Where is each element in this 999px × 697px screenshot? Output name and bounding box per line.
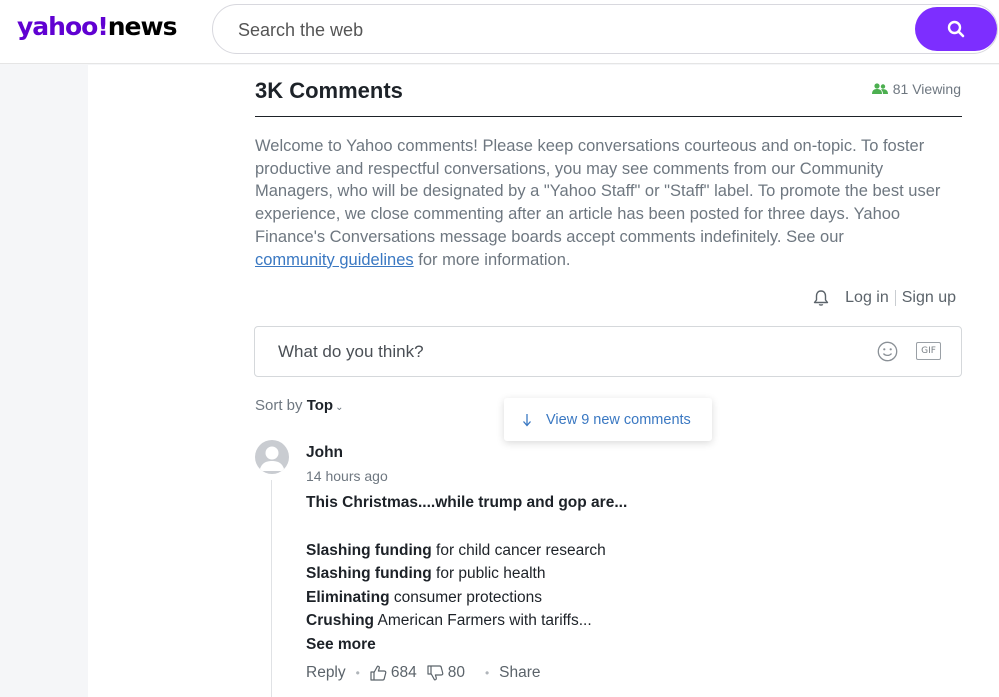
comment-item: Slashing funding for public health: [306, 562, 906, 586]
upvote-count: 684: [390, 664, 417, 681]
downvote-count: 80: [447, 664, 465, 681]
chevron-down-icon: ⌄: [335, 402, 344, 413]
smiley-icon: [877, 341, 898, 362]
comment-line-1: This Christmas....while trump and gop ar…: [306, 494, 628, 511]
comment-item-text: American Farmers with tariffs...: [377, 612, 592, 629]
comment-item: Eliminating consumer protections: [306, 586, 906, 610]
top-header: yahoo!news: [0, 0, 999, 64]
comment-item-text: for public health: [436, 565, 546, 582]
title-divider: [255, 116, 962, 117]
comment-item: Slashing funding for child cancer resear…: [306, 539, 906, 563]
community-guidelines-link[interactable]: community guidelines: [255, 251, 414, 269]
comment-item-bold: Slashing funding: [306, 565, 432, 582]
comments-title: 3K Comments: [255, 78, 403, 103]
gif-button[interactable]: GIF: [916, 342, 941, 360]
auth-links: Log in Sign up: [813, 289, 956, 307]
comment-item-bold: Eliminating: [306, 588, 390, 606]
comment-composer: GIF: [254, 326, 962, 377]
sort-value: Top: [306, 397, 334, 414]
notifications-bell[interactable]: [813, 289, 829, 307]
search-input[interactable]: [238, 17, 888, 43]
comment-input[interactable]: [278, 339, 838, 365]
new-comments-label: View 9 new comments: [546, 411, 691, 428]
viewing-count: 81 Viewing: [871, 81, 961, 97]
upvote-button[interactable]: 684: [370, 664, 417, 682]
welcome-message: Welcome to Yahoo comments! Please keep c…: [255, 135, 965, 271]
sort-dropdown[interactable]: Sort by Top ⌄: [255, 397, 343, 414]
thumbs-down-icon: [427, 665, 444, 681]
auth-separator: [894, 290, 896, 306]
comment-item-bold: Crushing: [306, 612, 375, 629]
comment-item-text: consumer protections: [393, 588, 543, 606]
avatar[interactable]: [255, 440, 289, 474]
thread-line: [271, 480, 272, 697]
yahoo-news-logo[interactable]: yahoo!news: [17, 12, 178, 41]
viewing-label: 81 Viewing: [892, 81, 961, 97]
login-link[interactable]: Log in: [845, 289, 889, 307]
comment-body: This Christmas....while trump and gop ar…: [306, 491, 906, 656]
thumbs-up-icon: [370, 665, 387, 681]
logo-brand: yahoo!: [17, 12, 109, 41]
users-icon: [871, 83, 888, 94]
separator-dot: •: [484, 666, 490, 680]
left-gutter: [0, 65, 88, 697]
search-bar: [212, 4, 998, 54]
share-button[interactable]: Share: [499, 664, 540, 682]
user-avatar-icon: [259, 446, 285, 471]
logo-section: news: [107, 12, 178, 41]
welcome-suffix: for more information.: [418, 250, 571, 269]
welcome-text: Welcome to Yahoo comments! Please keep c…: [255, 137, 941, 246]
comment-item: Crushing American Farmers with tariffs..…: [306, 609, 906, 633]
comment-item-bold: Slashing funding: [306, 541, 432, 559]
sort-label: Sort by: [255, 397, 303, 414]
bell-icon: [813, 290, 829, 306]
signup-link[interactable]: Sign up: [902, 289, 956, 307]
comment-item-text: for child cancer research: [436, 541, 606, 559]
view-new-comments-button[interactable]: View 9 new comments: [504, 398, 712, 441]
downvote-button[interactable]: 80: [427, 664, 465, 682]
search-icon: [947, 20, 965, 38]
comment-actions: Reply • 684 80 • Share: [306, 664, 541, 682]
separator-dot: •: [355, 666, 360, 680]
search-button[interactable]: [915, 7, 997, 51]
arrow-down-icon: [523, 413, 531, 426]
comment-author[interactable]: John: [306, 444, 343, 462]
emoji-button[interactable]: [877, 341, 898, 367]
see-more-link[interactable]: See more: [306, 636, 376, 653]
comment-time: 14 hours ago: [306, 468, 388, 484]
reply-button[interactable]: Reply: [306, 664, 346, 682]
